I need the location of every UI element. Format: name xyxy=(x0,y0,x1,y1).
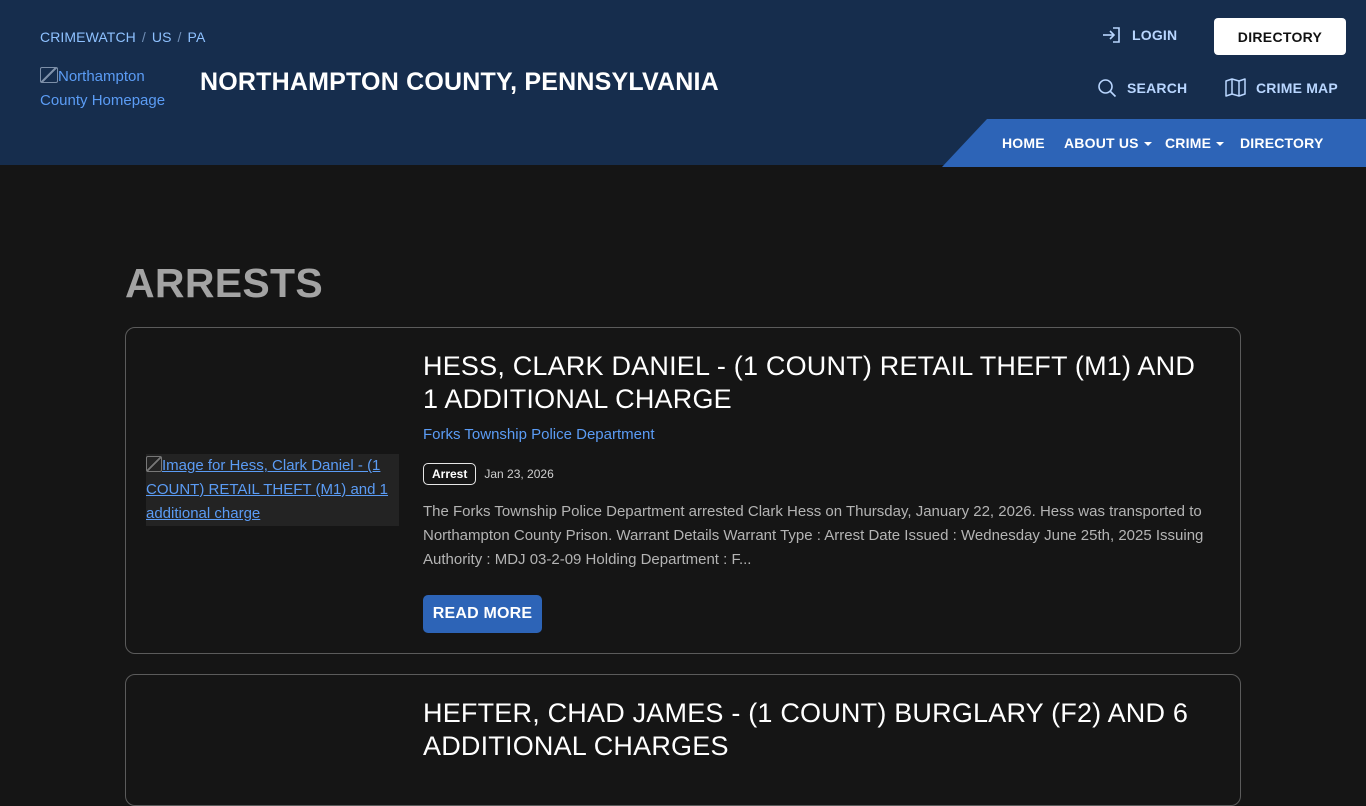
arrest-image-alt: Image for Hess, Clark Daniel - (1 COUNT)… xyxy=(146,457,388,522)
search-label: SEARCH xyxy=(1127,80,1188,96)
nav-about-us-label: ABOUT US xyxy=(1064,135,1139,151)
nav-home-label: HOME xyxy=(1002,135,1045,151)
arrest-title-link[interactable]: HESS, CLARK DANIEL - (1 COUNT) RETAIL TH… xyxy=(423,350,1213,416)
arrest-excerpt: The Forks Township Police Department arr… xyxy=(423,503,1204,568)
arrest-image-link[interactable]: Image for Hess, Clark Daniel - (1 COUNT)… xyxy=(146,454,399,526)
crime-map-label: CRIME MAP xyxy=(1256,79,1338,96)
login-link[interactable]: LOGIN xyxy=(1102,26,1177,44)
arrest-meta: Arrest Jan 23, 2026 xyxy=(423,463,554,485)
caret-down-icon xyxy=(1216,141,1225,146)
search-icon xyxy=(1097,78,1117,98)
caret-down-icon xyxy=(1143,141,1152,146)
breadcrumb: CRIMEWATCH / US / PA xyxy=(40,29,205,45)
search-link[interactable]: SEARCH xyxy=(1097,78,1187,98)
nav-directory[interactable]: DIRECTORY xyxy=(1240,135,1323,151)
broken-image-icon xyxy=(146,456,162,472)
breadcrumb-pa[interactable]: PA xyxy=(188,29,206,45)
login-icon xyxy=(1102,26,1122,44)
nav-crime-label: CRIME xyxy=(1165,135,1212,151)
page-title: ARRESTS xyxy=(125,260,324,306)
directory-button[interactable]: DIRECTORY xyxy=(1214,18,1346,55)
read-more-button[interactable]: READ MORE xyxy=(423,595,542,633)
site-header: CRIMEWATCH / US / PA Northampton County Home… xyxy=(0,0,1366,167)
crime-map-link[interactable]: CRIME MAP xyxy=(1225,78,1338,97)
nav-home[interactable]: HOME xyxy=(1002,135,1045,151)
broken-image-icon xyxy=(40,67,58,83)
breadcrumb-crimewatch[interactable]: CRIMEWATCH xyxy=(40,29,136,45)
arrest-card: HEFTER, CHAD JAMES - (1 COUNT) BURGLARY … xyxy=(125,674,1241,806)
breadcrumb-separator: / xyxy=(177,29,182,45)
nav-about-us[interactable]: ABOUT US xyxy=(1064,135,1152,151)
site-title: NORTHAMPTON COUNTY, PENNSYLVANIA xyxy=(200,68,719,96)
category-badge: Arrest xyxy=(423,463,477,485)
county-logo-link[interactable]: Northampton County Homepage xyxy=(40,65,190,113)
logo-alt-text: Northampton County Homepage xyxy=(40,68,166,109)
breadcrumb-separator: / xyxy=(141,29,146,45)
map-icon xyxy=(1225,78,1246,97)
arrest-title-link[interactable]: HEFTER, CHAD JAMES - (1 COUNT) BURGLARY … xyxy=(423,697,1213,763)
department-link[interactable]: Forks Township Police Department xyxy=(423,426,655,443)
nav-crime[interactable]: CRIME xyxy=(1165,135,1225,151)
post-date: Jan 23, 2026 xyxy=(484,467,554,481)
nav-directory-label: DIRECTORY xyxy=(1240,135,1324,151)
login-label: LOGIN xyxy=(1132,27,1178,43)
breadcrumb-us[interactable]: US xyxy=(152,29,172,45)
arrest-card: Image for Hess, Clark Daniel - (1 COUNT)… xyxy=(125,327,1241,654)
